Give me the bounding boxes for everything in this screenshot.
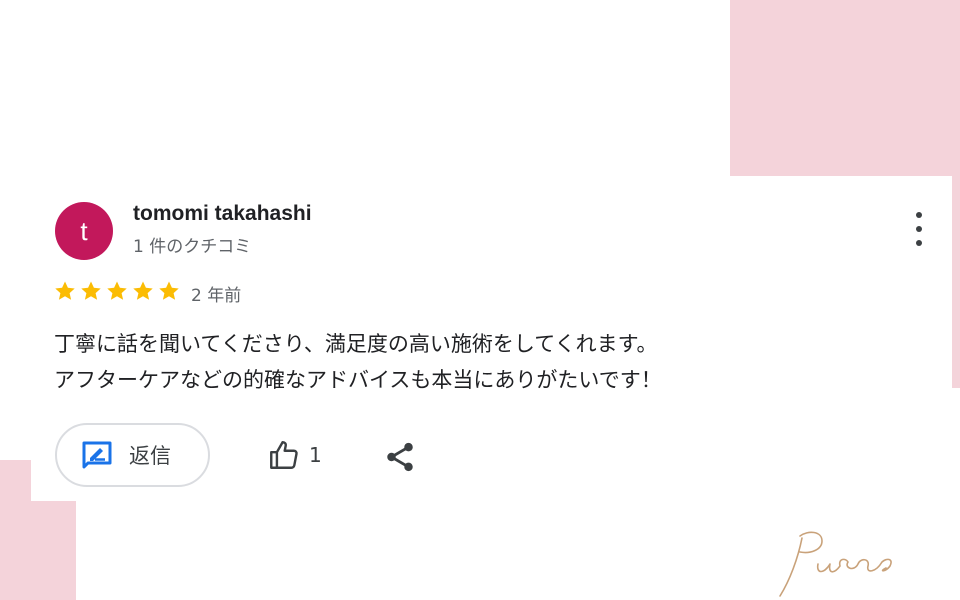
brand-logo (779, 531, 892, 597)
star-icon (107, 281, 127, 300)
star-icon (81, 281, 101, 300)
review-card: t tomomi takahashi 1 件のクチコミ 2 年前 丁寧に話を聞い… (31, 176, 952, 501)
avatar[interactable]: t (55, 202, 113, 260)
star-icon (159, 281, 179, 300)
review-text: 丁寧に話を聞いてくださり、満足度の高い施術をしてくれます。 アフターケアなどの的… (54, 326, 934, 398)
star-rating (53, 279, 181, 303)
review-count: 1 件のクチコミ (133, 237, 252, 257)
share-button[interactable] (383, 440, 417, 478)
like-button[interactable]: 1 (267, 438, 322, 472)
reply-button[interactable]: 返信 (55, 423, 210, 487)
reply-edit-icon (82, 441, 112, 469)
review-text-line: アフターケアなどの的確なアドバイスも本当にありがたいです！ (54, 368, 662, 392)
reviewer-name[interactable]: tomomi takahashi (133, 202, 312, 226)
like-count: 1 (309, 443, 322, 467)
more-options-button[interactable] (907, 212, 931, 246)
more-vertical-icon-dot (916, 226, 922, 232)
review-time: 2 年前 (191, 286, 242, 306)
more-vertical-icon-dot (916, 240, 922, 246)
star-icon (55, 281, 75, 300)
review-text-line: 丁寧に話を聞いてくださり、満足度の高い施術をしてくれます。 (54, 332, 658, 356)
thumbs-up-icon (270, 441, 298, 469)
avatar-letter: t (80, 215, 88, 246)
reply-label: 返信 (129, 444, 171, 468)
star-icon (133, 281, 153, 300)
more-vertical-icon (916, 212, 922, 218)
share-icon (387, 442, 413, 472)
